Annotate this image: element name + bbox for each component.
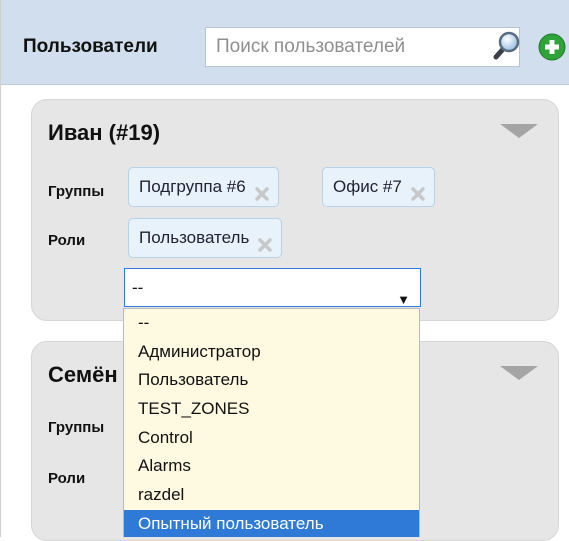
dropdown-option[interactable]: Пользователь (124, 366, 419, 395)
remove-tag-icon[interactable] (256, 230, 274, 252)
dropdown-option[interactable]: razdel (124, 481, 419, 510)
group-tag: Подгруппа #6 (128, 167, 279, 207)
group-tag: Офис #7 (322, 167, 435, 207)
user-title: Семён (48, 362, 118, 387)
panel-title: Пользователи (23, 36, 158, 57)
dropdown-option[interactable]: -- (124, 309, 419, 338)
add-user-icon[interactable] (538, 33, 569, 61)
groups-label: Группы (48, 419, 105, 436)
users-panel: Пользователи Иван (#19 (0, 0, 569, 541)
dropdown-option[interactable]: TEST_ZONES (124, 395, 419, 424)
roles-label: Роли (48, 232, 86, 249)
roles-label: Роли (48, 470, 86, 487)
role-select-value: -- (132, 278, 144, 297)
role-tag: Пользователь (128, 218, 283, 258)
dropdown-option[interactable]: Control (124, 424, 419, 453)
dropdown-option[interactable]: Администратор (124, 338, 419, 367)
group-tag-label: Подгруппа #6 (139, 177, 246, 196)
search-icon[interactable] (491, 31, 521, 61)
group-tag-label: Офис #7 (333, 177, 402, 196)
collapse-toggle-icon[interactable] (500, 366, 538, 380)
role-dropdown-list: -- Администратор Пользователь TEST_ZONES… (123, 308, 420, 537)
dropdown-option-highlighted[interactable]: Опытный пользователь (124, 509, 419, 537)
remove-tag-icon[interactable] (253, 179, 271, 201)
user-search-input[interactable] (205, 27, 520, 67)
role-tag-label: Пользователь (139, 228, 250, 247)
role-select[interactable]: -- ▼ (124, 268, 421, 307)
user-card: Иван (#19) Группы Подгруппа #6 Офис #7 Р… (31, 99, 559, 321)
remove-tag-icon[interactable] (409, 179, 427, 201)
users-header: Пользователи (1, 0, 569, 85)
user-title: Иван (#19) (48, 120, 161, 145)
groups-label: Группы (48, 183, 105, 200)
dropdown-option[interactable]: Alarms (124, 452, 419, 481)
collapse-toggle-icon[interactable] (500, 124, 538, 138)
